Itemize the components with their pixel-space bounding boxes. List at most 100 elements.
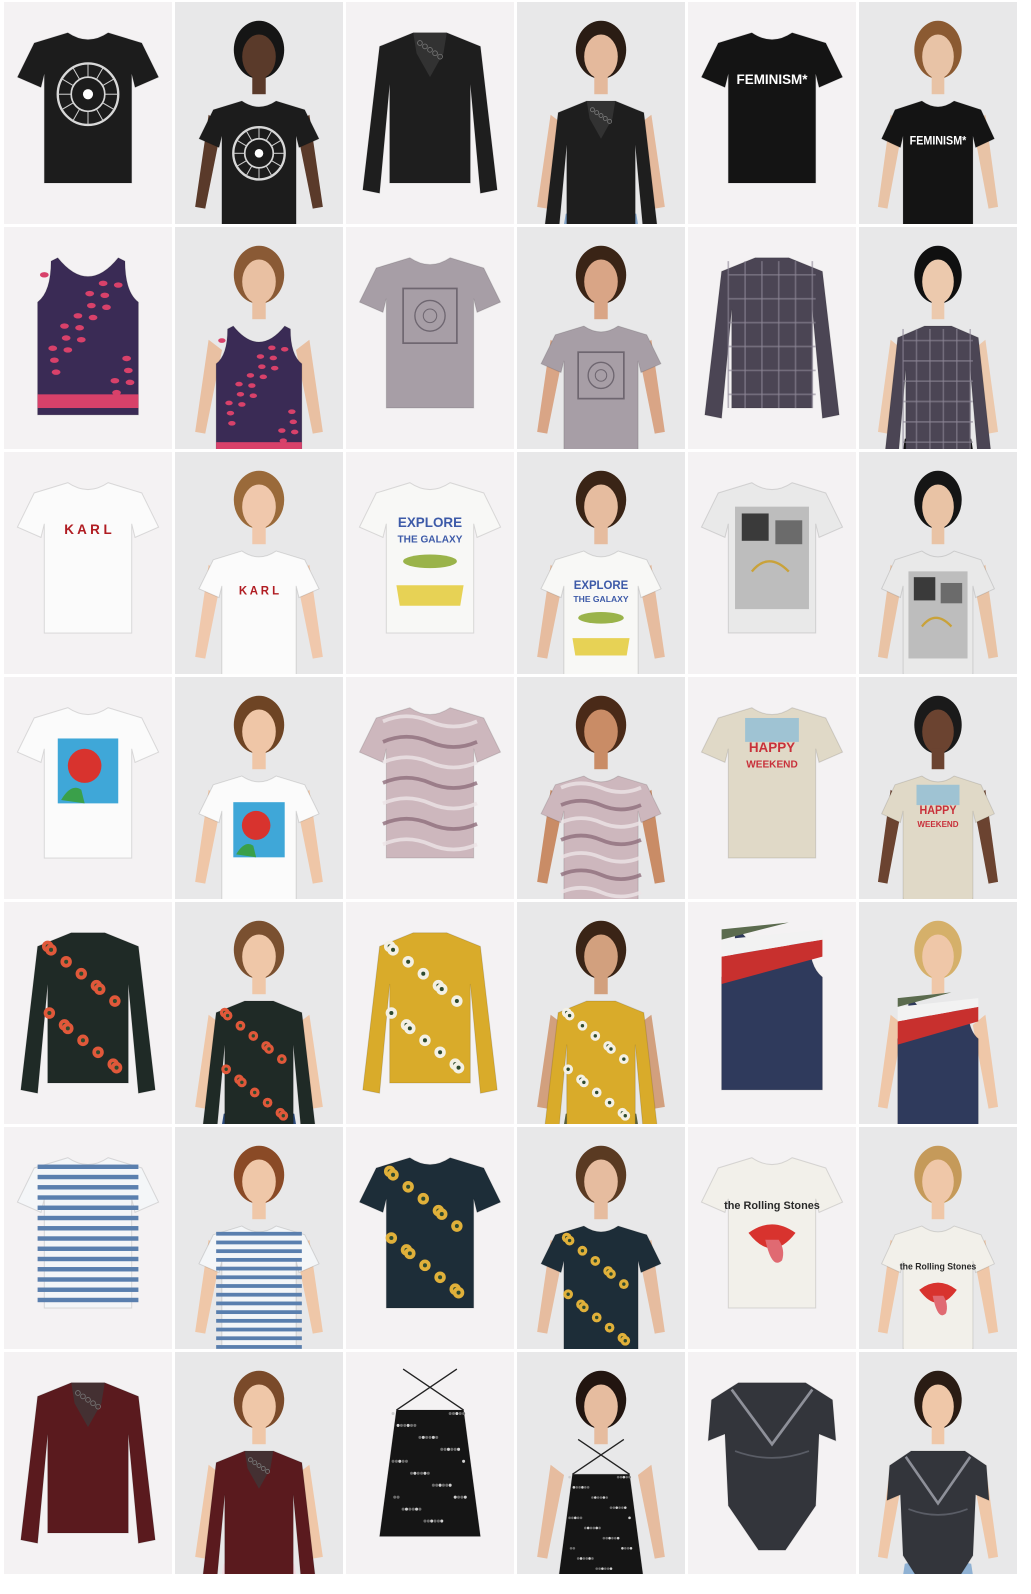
- neck: [252, 748, 266, 770]
- product-photo: [20, 932, 156, 1094]
- product-tile-r5-c2[interactable]: [175, 902, 343, 1124]
- product-tile-r5-c3[interactable]: [346, 902, 514, 1124]
- model-photo: [517, 677, 685, 899]
- print-subtext: WEEKEND: [746, 759, 797, 770]
- neck: [931, 1423, 945, 1445]
- product-tile-r4-c2[interactable]: [175, 677, 343, 899]
- garment-print: [232, 125, 286, 181]
- neck: [594, 523, 608, 545]
- product-photo: [362, 32, 498, 194]
- product-photo: EXPLORE THE GALAXY: [358, 482, 502, 634]
- garment: [16, 32, 160, 184]
- print-text: HAPPY: [920, 804, 957, 816]
- product-tile-r1-c5[interactable]: FEMINISM*: [688, 2, 856, 224]
- product-tile-r3-c5[interactable]: [688, 452, 856, 674]
- face: [922, 934, 954, 979]
- product-tile-r7-c6[interactable]: [859, 1352, 1017, 1574]
- face: [922, 34, 954, 79]
- product-tile-r4-c4[interactable]: [517, 677, 685, 899]
- product-tile-r4-c1[interactable]: [4, 677, 172, 899]
- model-photo: [859, 902, 1017, 1124]
- product-tile-r6-c3[interactable]: [346, 1127, 514, 1349]
- product-tile-r6-c4[interactable]: [517, 1127, 685, 1349]
- model-photo: K A R L: [175, 452, 343, 674]
- garment-print: [735, 506, 809, 610]
- product-tile-r2-c1[interactable]: [4, 227, 172, 449]
- garment: [358, 257, 502, 409]
- face: [922, 709, 954, 754]
- garment-print: K A R L: [64, 522, 112, 537]
- product-tile-r7-c2[interactable]: [175, 1352, 343, 1574]
- product-tile-r4-c5[interactable]: HAPPY WEEKEND: [688, 677, 856, 899]
- product-tile-r1-c1[interactable]: [4, 2, 172, 224]
- product-tile-r7-c1[interactable]: [4, 1352, 172, 1574]
- print-subtext: THE GALAXY: [573, 594, 628, 604]
- garment: [215, 325, 303, 449]
- model-photo: [859, 227, 1017, 449]
- garment: [202, 1000, 316, 1124]
- product-photo: [37, 257, 139, 416]
- garment-print: [908, 571, 968, 659]
- face: [922, 1159, 954, 1204]
- product-tile-r2-c2[interactable]: [175, 227, 343, 449]
- product-tile-r2-c6[interactable]: [859, 227, 1017, 449]
- face: [922, 484, 954, 529]
- garment-print: EXPLORE THE GALAXY: [396, 515, 464, 606]
- product-image-grid: FEMINISM* FEMINISM* K A R L K A R L EXPLORE T…: [4, 2, 1026, 1590]
- product-tile-r6-c6[interactable]: the Rolling Stones: [859, 1127, 1017, 1349]
- product-tile-r6-c5[interactable]: the Rolling Stones: [688, 1127, 856, 1349]
- product-photo: [721, 922, 823, 1091]
- face: [584, 934, 618, 979]
- model-photo: [859, 452, 1017, 674]
- product-tile-r7-c5[interactable]: [688, 1352, 856, 1574]
- model-photo: FEMINISM*: [859, 2, 1017, 224]
- product-tile-r3-c2[interactable]: K A R L: [175, 452, 343, 674]
- model-photo: [175, 1127, 343, 1349]
- product-tile-r5-c6[interactable]: [859, 902, 1017, 1124]
- product-photo: [704, 257, 840, 419]
- product-tile-r3-c4[interactable]: EXPLORE THE GALAXY: [517, 452, 685, 674]
- product-tile-r2-c5[interactable]: [688, 227, 856, 449]
- product-tile-r5-c1[interactable]: [4, 902, 172, 1124]
- garment: [37, 257, 139, 416]
- product-tile-r6-c1[interactable]: [4, 1127, 172, 1349]
- face: [922, 259, 954, 304]
- garment: [358, 1157, 502, 1309]
- face: [242, 34, 276, 79]
- print-text: the Rolling Stones: [900, 1261, 977, 1271]
- product-tile-r7-c4[interactable]: [517, 1352, 685, 1574]
- product-tile-r1-c2[interactable]: [175, 2, 343, 224]
- garment: [20, 932, 156, 1094]
- garment-print: HAPPY WEEKEND: [745, 717, 799, 771]
- face: [584, 484, 618, 529]
- face: [242, 484, 276, 529]
- product-tile-r2-c3[interactable]: [346, 227, 514, 449]
- product-tile-r3-c1[interactable]: K A R L: [4, 452, 172, 674]
- product-tile-r2-c4[interactable]: [517, 227, 685, 449]
- garment-print: HAPPY WEEKEND: [916, 784, 960, 829]
- product-tile-r5-c5[interactable]: [688, 902, 856, 1124]
- garment: [707, 1382, 837, 1551]
- print-text: HAPPY: [749, 740, 795, 755]
- garment: [362, 932, 498, 1094]
- product-tile-r1-c4[interactable]: [517, 2, 685, 224]
- garment-print: [233, 802, 285, 858]
- face: [584, 34, 618, 79]
- product-photo: [20, 1382, 156, 1544]
- product-tile-r1-c6[interactable]: FEMINISM*: [859, 2, 1017, 224]
- neck: [594, 1198, 608, 1220]
- neck: [252, 973, 266, 995]
- garment-print: EXPLORE THE GALAXY: [572, 580, 630, 656]
- product-photo: [358, 707, 502, 859]
- model-photo: [517, 227, 685, 449]
- product-tile-r4-c3[interactable]: [346, 677, 514, 899]
- product-tile-r1-c3[interactable]: [346, 2, 514, 224]
- product-tile-r4-c6[interactable]: HAPPY WEEKEND: [859, 677, 1017, 899]
- product-tile-r5-c4[interactable]: [517, 902, 685, 1124]
- product-tile-r3-c6[interactable]: [859, 452, 1017, 674]
- product-tile-r3-c3[interactable]: EXPLORE THE GALAXY: [346, 452, 514, 674]
- neck: [252, 1423, 266, 1445]
- product-tile-r6-c2[interactable]: [175, 1127, 343, 1349]
- face: [242, 709, 276, 754]
- product-tile-r7-c3[interactable]: [346, 1352, 514, 1574]
